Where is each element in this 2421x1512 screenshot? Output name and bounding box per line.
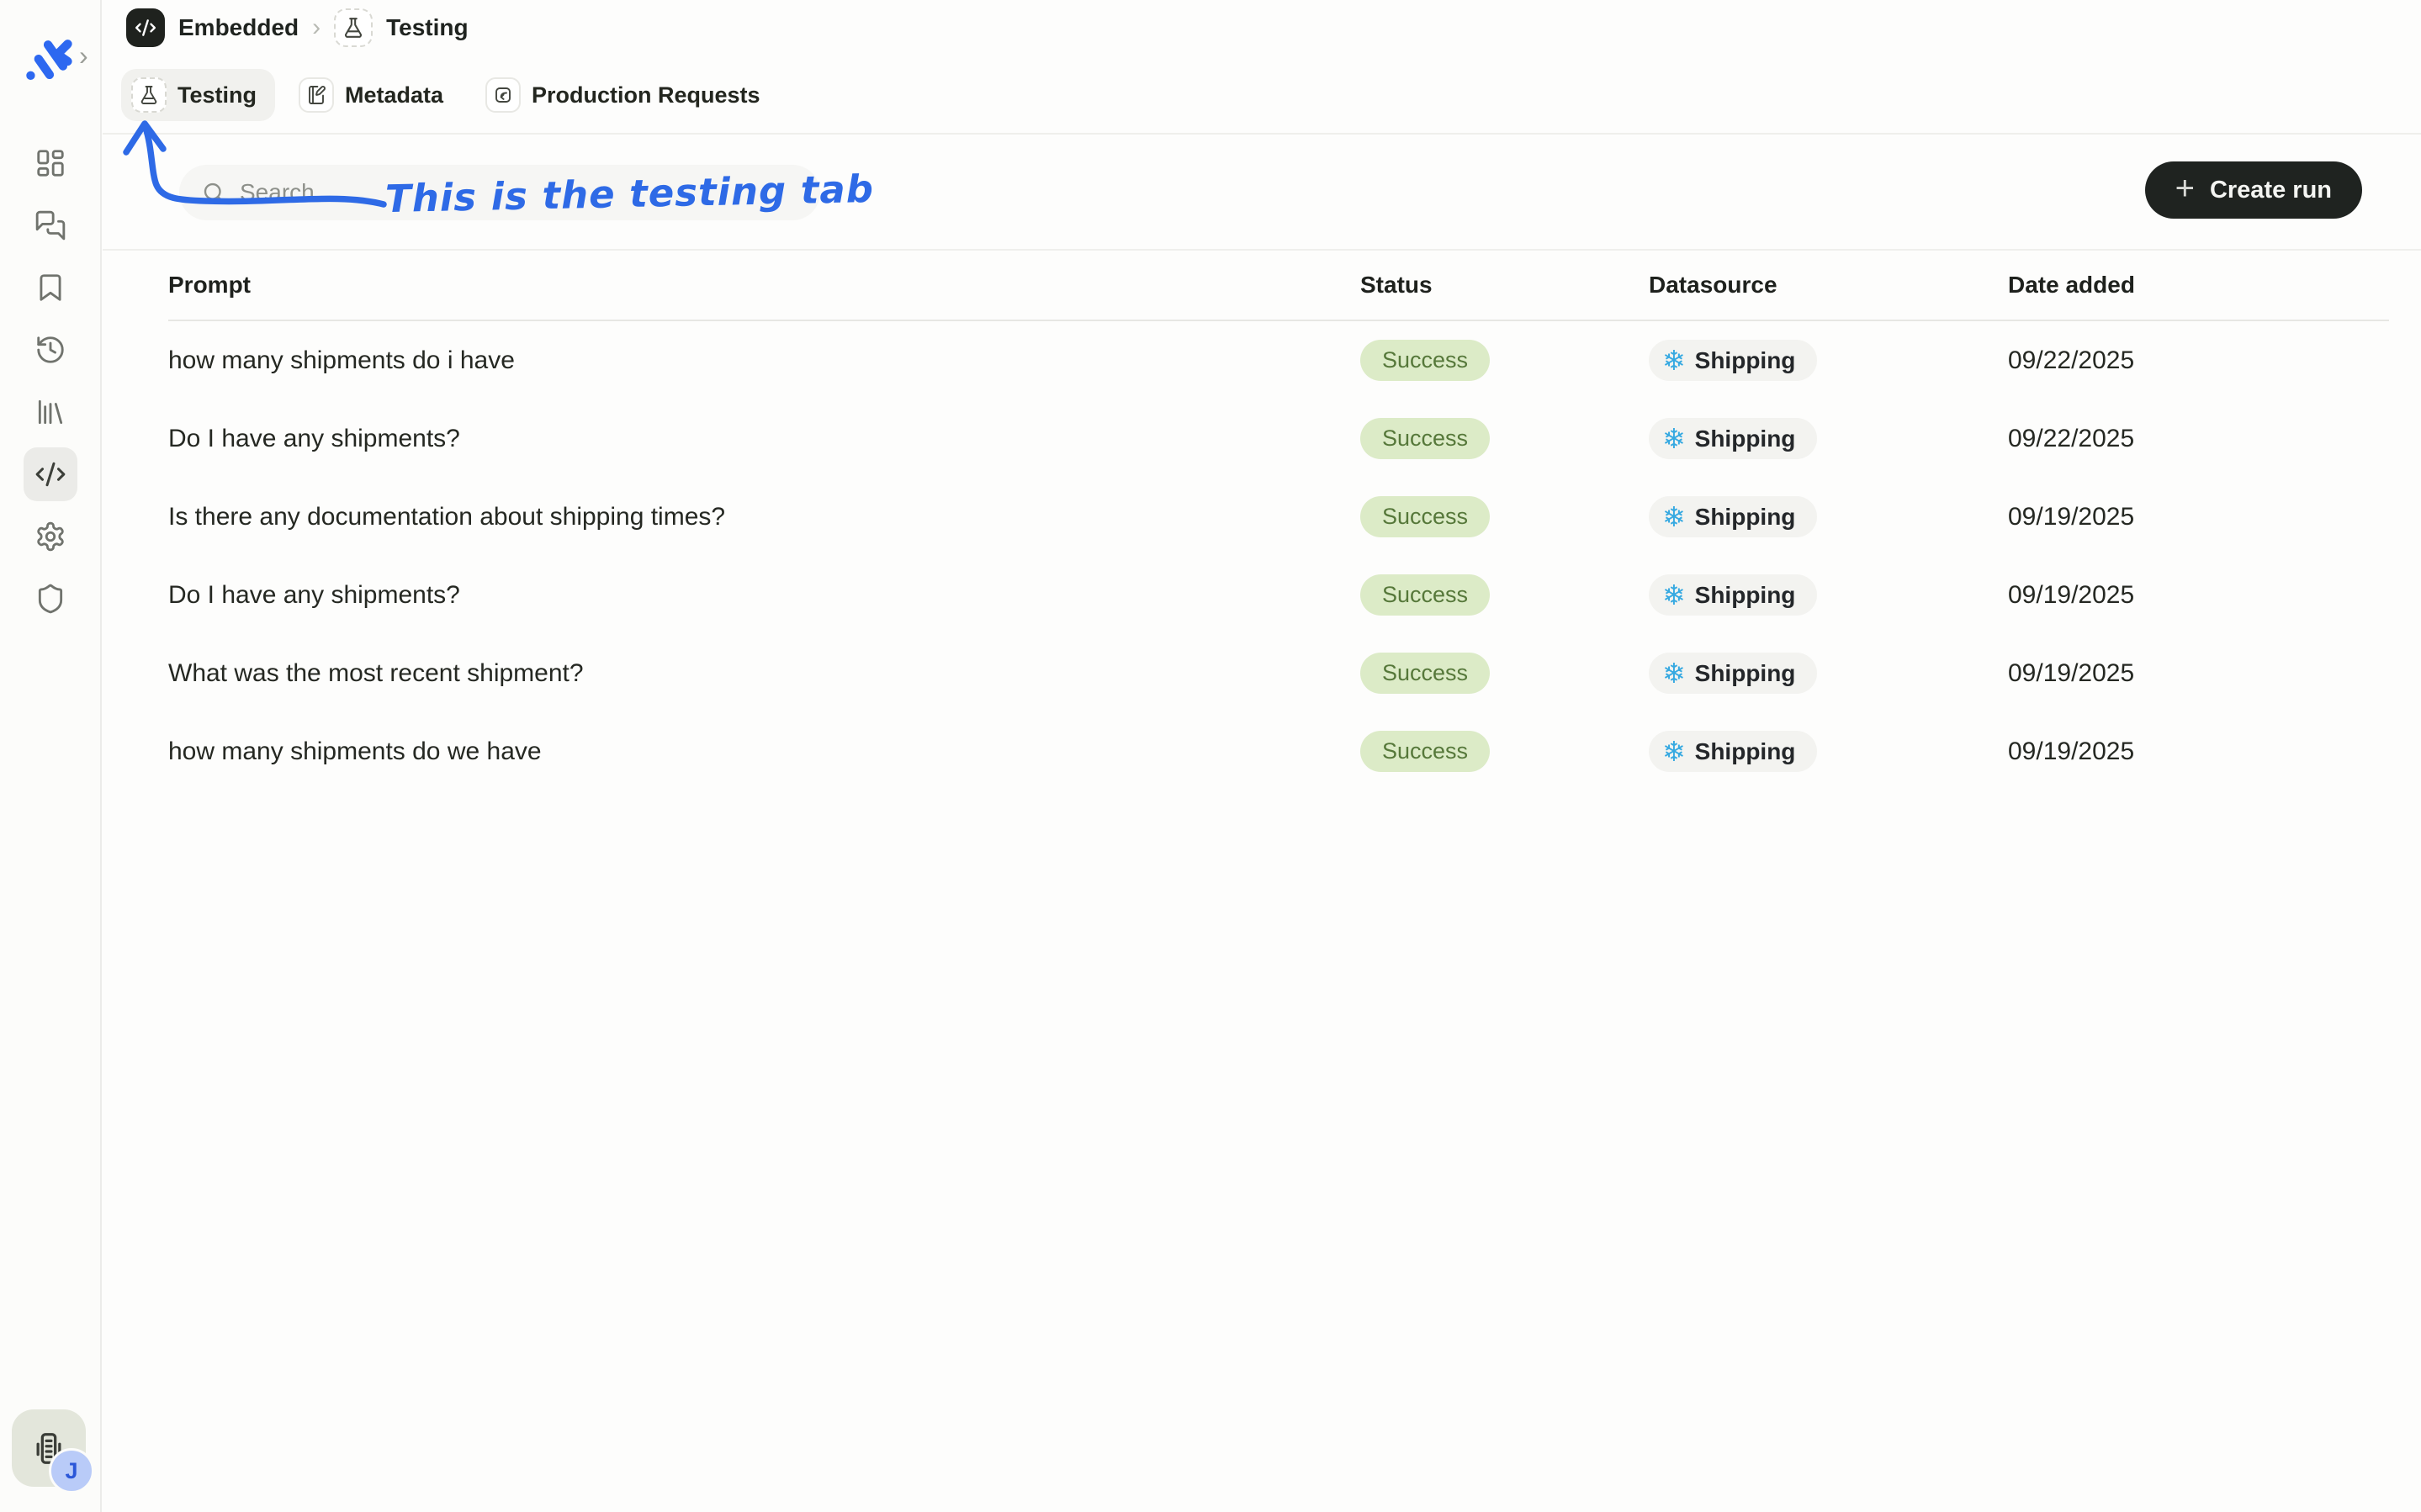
status-badge: Success bbox=[1360, 340, 1490, 381]
datasource-badge: ❄ Shipping bbox=[1649, 574, 1817, 616]
history-icon[interactable] bbox=[24, 323, 77, 377]
snowflake-icon: ❄ bbox=[1662, 425, 1686, 452]
status-cell: Success bbox=[1360, 731, 1649, 772]
row-date-added: 09/22/2025 bbox=[2008, 425, 2389, 453]
column-header-date-added: Date added bbox=[2008, 272, 2389, 299]
sidebar-nav bbox=[24, 136, 77, 626]
table-row[interactable]: how many shipments do we have Success ❄ … bbox=[168, 712, 2389, 790]
status-cell: Success bbox=[1360, 653, 1649, 694]
datasource-label: Shipping bbox=[1695, 738, 1796, 765]
datasource-label: Shipping bbox=[1695, 426, 1796, 452]
datasource-badge: ❄ Shipping bbox=[1649, 496, 1817, 537]
datasource-badge: ❄ Shipping bbox=[1649, 418, 1817, 459]
sidebar-expand-chevron[interactable]: › bbox=[79, 42, 88, 69]
flask-icon bbox=[131, 77, 167, 113]
row-prompt: how many shipments do we have bbox=[168, 737, 1360, 766]
code-badge-icon bbox=[126, 8, 165, 47]
plus-icon: + bbox=[2175, 170, 2195, 208]
datasource-label: Shipping bbox=[1695, 582, 1796, 609]
datasource-label: Shipping bbox=[1695, 504, 1796, 531]
breadcrumb-page[interactable]: Testing bbox=[386, 14, 468, 41]
datasource-cell: ❄ Shipping bbox=[1649, 418, 2008, 459]
row-date-added: 09/19/2025 bbox=[2008, 503, 2389, 531]
metadata-icon bbox=[299, 77, 334, 113]
status-badge: Success bbox=[1360, 731, 1490, 772]
row-date-added: 09/19/2025 bbox=[2008, 581, 2389, 610]
search-input[interactable] bbox=[240, 179, 798, 206]
create-run-button[interactable]: + Create run bbox=[2145, 161, 2362, 219]
toolbar: + Create run bbox=[103, 135, 2421, 251]
tab-bar: Testing Metadata bbox=[121, 69, 779, 121]
tab-testing[interactable]: Testing bbox=[121, 69, 275, 121]
topbar: Embedded › Testing Testing bbox=[103, 0, 2421, 135]
library-icon[interactable] bbox=[24, 385, 77, 439]
table-header: Prompt Status Datasource Date added bbox=[168, 251, 2389, 321]
production-requests-icon bbox=[485, 77, 521, 113]
row-prompt: What was the most recent shipment? bbox=[168, 659, 1360, 688]
runs-table: Prompt Status Datasource Date added how … bbox=[103, 251, 2421, 790]
datasource-label: Shipping bbox=[1695, 660, 1796, 687]
status-badge: Success bbox=[1360, 496, 1490, 537]
status-badge: Success bbox=[1360, 418, 1490, 459]
datasource-cell: ❄ Shipping bbox=[1649, 574, 2008, 616]
snowflake-icon: ❄ bbox=[1662, 581, 1686, 609]
table-row[interactable]: Is there any documentation about shippin… bbox=[168, 478, 2389, 556]
search-box[interactable] bbox=[179, 165, 820, 220]
bookmark-icon[interactable] bbox=[24, 261, 77, 315]
status-cell: Success bbox=[1360, 340, 1649, 381]
table-row[interactable]: What was the most recent shipment? Succe… bbox=[168, 634, 2389, 712]
column-header-prompt: Prompt bbox=[168, 272, 1360, 299]
sidebar: › bbox=[0, 0, 102, 1512]
snowflake-icon: ❄ bbox=[1662, 503, 1686, 531]
breadcrumb-project[interactable]: Embedded bbox=[178, 14, 299, 41]
datasource-cell: ❄ Shipping bbox=[1649, 731, 2008, 772]
status-badge: Success bbox=[1360, 574, 1490, 616]
datasource-label: Shipping bbox=[1695, 347, 1796, 374]
datasource-cell: ❄ Shipping bbox=[1649, 653, 2008, 694]
breadcrumb-separator: › bbox=[312, 13, 321, 42]
main-content: Embedded › Testing Testing bbox=[103, 0, 2421, 1512]
row-prompt: Do I have any shipments? bbox=[168, 425, 1360, 453]
datasource-cell: ❄ Shipping bbox=[1649, 340, 2008, 381]
shield-icon[interactable] bbox=[24, 572, 77, 626]
snowflake-icon: ❄ bbox=[1662, 346, 1686, 374]
code-icon[interactable] bbox=[24, 447, 77, 501]
status-badge: Success bbox=[1360, 653, 1490, 694]
tab-label: Metadata bbox=[345, 82, 443, 108]
status-cell: Success bbox=[1360, 496, 1649, 537]
datasource-cell: ❄ Shipping bbox=[1649, 496, 2008, 537]
row-prompt: how many shipments do i have bbox=[168, 346, 1360, 375]
row-date-added: 09/22/2025 bbox=[2008, 346, 2389, 375]
tab-metadata[interactable]: Metadata bbox=[289, 69, 462, 121]
row-date-added: 09/19/2025 bbox=[2008, 737, 2389, 766]
status-cell: Success bbox=[1360, 574, 1649, 616]
tab-label: Testing bbox=[177, 82, 257, 108]
datasource-badge: ❄ Shipping bbox=[1649, 653, 1817, 694]
column-header-datasource: Datasource bbox=[1649, 272, 2008, 299]
settings-icon[interactable] bbox=[24, 510, 77, 563]
chat-icon[interactable] bbox=[24, 198, 77, 252]
row-prompt: Is there any documentation about shippin… bbox=[168, 503, 1360, 531]
avatar[interactable]: J bbox=[49, 1448, 94, 1493]
row-date-added: 09/19/2025 bbox=[2008, 659, 2389, 688]
search-icon bbox=[201, 180, 226, 205]
table-row[interactable]: Do I have any shipments? Success ❄ Shipp… bbox=[168, 556, 2389, 634]
table-row[interactable]: Do I have any shipments? Success ❄ Shipp… bbox=[168, 399, 2389, 478]
flask-icon bbox=[334, 8, 373, 47]
create-run-label: Create run bbox=[2210, 177, 2332, 204]
tab-label: Production Requests bbox=[532, 82, 760, 108]
tab-production-requests[interactable]: Production Requests bbox=[475, 69, 779, 121]
snowflake-icon: ❄ bbox=[1662, 737, 1686, 765]
breadcrumb: Embedded › Testing bbox=[126, 8, 469, 47]
table-row[interactable]: how many shipments do i have Success ❄ S… bbox=[168, 321, 2389, 399]
row-prompt: Do I have any shipments? bbox=[168, 581, 1360, 610]
snowflake-icon: ❄ bbox=[1662, 659, 1686, 687]
dashboard-icon[interactable] bbox=[24, 136, 77, 190]
table-body: how many shipments do i have Success ❄ S… bbox=[168, 321, 2389, 790]
datasource-badge: ❄ Shipping bbox=[1649, 340, 1817, 381]
status-cell: Success bbox=[1360, 418, 1649, 459]
column-header-status: Status bbox=[1360, 272, 1649, 299]
datasource-badge: ❄ Shipping bbox=[1649, 731, 1817, 772]
app-logo-icon bbox=[24, 35, 74, 86]
